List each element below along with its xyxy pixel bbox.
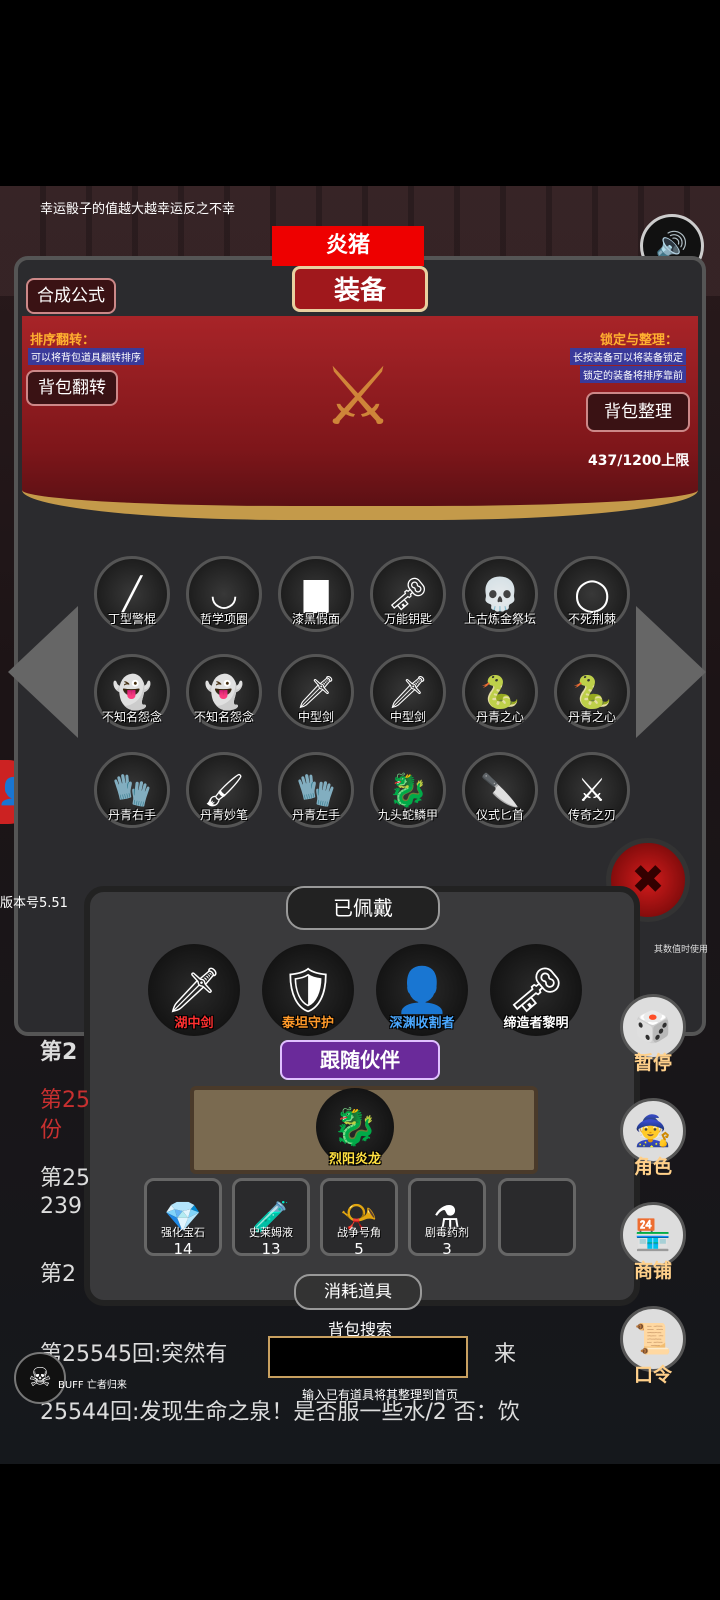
baton-icon: ╱ <box>122 575 142 613</box>
sword-icon: 🗡 <box>295 673 337 711</box>
lock-tip-desc2: 锁定的装备将排序靠前 <box>580 366 686 383</box>
item-label: 仪式匕首 <box>475 808 524 822</box>
sort-bag-button[interactable]: 背包整理 <box>586 392 690 432</box>
equipped-label: 湖中剑 <box>174 1016 214 1031</box>
item-label: 丹青之心 <box>475 710 524 724</box>
item-label: 中型剑 <box>297 710 334 724</box>
side-label: 暂停 <box>633 1052 672 1074</box>
consumable-count: 14 <box>173 1240 193 1258</box>
buff-label: BUFF 亡者归来 <box>58 1380 127 1391</box>
item-label: 不知名怨念 <box>101 710 162 724</box>
consumable-label: 强化宝石 <box>161 1226 205 1239</box>
consumable-count: 3 <box>442 1240 452 1258</box>
bag-capacity: 437/1200上限 <box>588 453 690 469</box>
sword-icon: 🗡 <box>387 673 429 711</box>
side-label: 口令 <box>633 1364 672 1386</box>
blade-icon: ⚔ <box>577 771 607 809</box>
consumable-count: 5 <box>354 1240 364 1258</box>
log-line-3: 份 <box>40 1118 63 1143</box>
consumable-label: 战争号角 <box>337 1226 381 1239</box>
top-hint: 幸运骰子的值越大越幸运反之不幸 <box>40 202 236 217</box>
lock-tip-title: 锁定与整理： <box>600 333 679 348</box>
equipped-title: 已佩戴 <box>286 886 440 930</box>
hood-icon: 🧙 <box>634 1113 672 1149</box>
flip-tip-desc: 可以将背包道具翻转排序 <box>28 348 144 365</box>
equipped-label: 深渊收割者 <box>389 1016 455 1031</box>
side-label: 商铺 <box>633 1260 672 1282</box>
key-icon: 🗝 <box>387 575 429 613</box>
consumable-count: 13 <box>261 1240 281 1258</box>
ghost-icon: 👻 <box>204 673 244 711</box>
log-line-7: 第25545回:突然有 <box>40 1342 228 1367</box>
log-line-5: 239 <box>40 1194 82 1219</box>
mask-icon: ▇ <box>303 575 329 613</box>
log-line-6: 第2 <box>40 1262 76 1287</box>
consumable-label: 史莱姆液 <box>249 1226 293 1239</box>
hydra-armor-icon: 🐉 <box>388 771 428 809</box>
log-line-2: 第25 <box>40 1088 90 1113</box>
companion-title: 跟随伙伴 <box>280 1040 440 1080</box>
item-label: 漆黑假面 <box>291 612 340 626</box>
thorn-wreath-icon: ◯ <box>574 575 610 613</box>
item-label: 九头蛇鳞甲 <box>377 808 438 822</box>
consumables-title: 消耗道具 <box>294 1274 422 1310</box>
lock-tip-desc1: 长按装备可以将装备锁定 <box>570 348 686 365</box>
synth-formula-button[interactable]: 合成公式 <box>26 278 116 314</box>
equipped-label: 泰坦守护 <box>281 1016 334 1031</box>
item-label: 不知名怨念 <box>193 710 254 724</box>
search-input[interactable] <box>268 1336 468 1378</box>
log-line-7b: 来 <box>494 1342 517 1367</box>
collar-icon: ◡ <box>210 575 238 613</box>
glove-icon: 🧤 <box>296 771 336 809</box>
serpent-icon: 🐍 <box>572 673 612 711</box>
right-note: 其数值时使用 <box>654 945 709 955</box>
glove-icon: 🧤 <box>112 771 152 809</box>
consumable-label: 剧毒药剂 <box>425 1226 469 1239</box>
flip-tip-title: 排序翻转： <box>30 333 96 348</box>
brush-icon: 🖌 <box>203 771 245 809</box>
skull-altar-icon: 💀 <box>480 575 520 613</box>
item-label: 哲学项圈 <box>199 612 248 626</box>
item-label: 丁型警棍 <box>107 612 156 626</box>
item-label: 丹青妙笔 <box>199 808 248 822</box>
shop-icon: 🏪 <box>634 1217 672 1253</box>
prev-page-arrow-icon[interactable] <box>8 606 78 738</box>
log-line-1: 第2 <box>40 1040 78 1065</box>
equipped-label: 缔造者黎明 <box>503 1016 569 1031</box>
empty-consumable-slot[interactable] <box>498 1178 576 1256</box>
game-screen: 幸运骰子的值越大越幸运反之不幸 🔊 👤 ⚔ 炎猪 装备 合成公式 排序翻转： 可… <box>0 186 720 1464</box>
log-line-8: 25544回:发现生命之泉！是否服一些水/2 否：饮 <box>40 1400 520 1425</box>
next-page-arrow-icon[interactable] <box>636 606 706 738</box>
ghost-icon: 👻 <box>112 673 152 711</box>
side-label: 角色 <box>633 1156 672 1178</box>
dagger-icon: 🔪 <box>480 771 520 809</box>
log-line-4: 第25 <box>40 1166 90 1191</box>
serpent-icon: 🐍 <box>480 673 520 711</box>
item-label: 中型剑 <box>389 710 426 724</box>
scroll-icon: 📜 <box>634 1321 672 1357</box>
item-label: 上古炼金祭坛 <box>463 612 536 626</box>
panel-title: 装备 <box>292 266 428 312</box>
version-label: 版本号5.51 <box>0 896 68 911</box>
companion-label: 烈阳炎龙 <box>328 1152 381 1167</box>
dice-icon: 🎲 <box>634 1009 672 1045</box>
red-tag: 炎猪 <box>272 226 424 266</box>
item-label: 丹青左手 <box>291 808 340 822</box>
flip-bag-button[interactable]: 背包翻转 <box>26 370 118 406</box>
item-label: 不死荆棘 <box>567 612 616 626</box>
item-label: 传奇之刃 <box>567 808 616 822</box>
crossed-swords-crest-icon: ⚔ <box>322 349 394 443</box>
item-label: 丹青右手 <box>107 808 156 822</box>
item-label: 万能钥匙 <box>383 612 432 626</box>
item-label: 丹青之心 <box>567 710 616 724</box>
